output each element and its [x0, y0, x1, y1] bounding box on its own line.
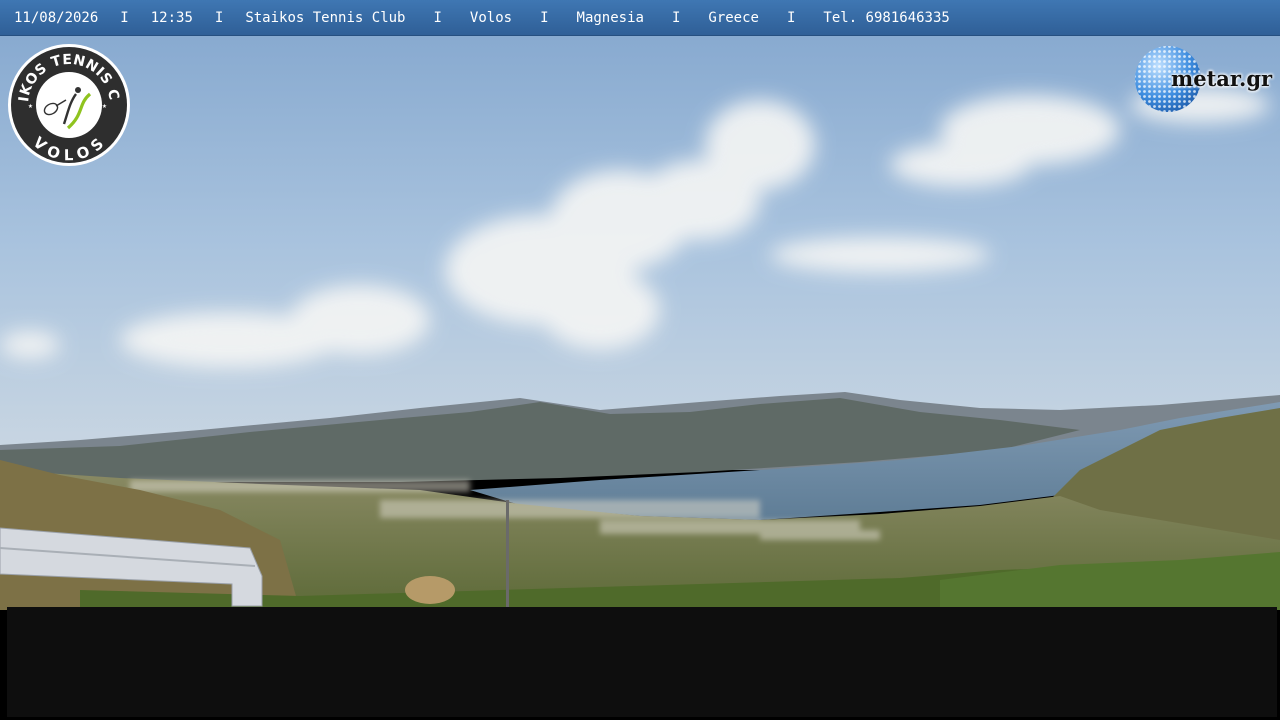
star-icon: ★	[28, 101, 33, 110]
header-separator: I	[433, 9, 442, 26]
metar-logo-text: metar.gr	[1171, 66, 1273, 91]
header-separator: I	[120, 9, 129, 26]
club-logo: STAIKOS TENNIS CLUB VOLOS ★ ★	[6, 42, 130, 166]
dry-bush	[405, 576, 455, 604]
header-phone: Tel. 6981646335	[823, 9, 950, 26]
header-separator: I	[671, 9, 681, 26]
star-icon: ★	[102, 101, 107, 110]
header-club: Staikos Tennis Club	[245, 9, 406, 26]
overlay-black-panel	[7, 607, 1277, 717]
header-time: 12:35	[150, 9, 193, 26]
header-separator: I	[786, 9, 796, 26]
header-separator: I	[540, 9, 549, 26]
overlay-header: 11/08/2026 I 12:35 I Staikos Tennis Club…	[0, 0, 1280, 36]
header-separator: I	[214, 9, 224, 26]
header-country: Greece	[708, 9, 759, 26]
pole	[506, 500, 509, 608]
header-city: Volos	[469, 9, 513, 26]
header-region: Magnesia	[576, 9, 644, 26]
header-date: 11/08/2026	[14, 9, 99, 26]
